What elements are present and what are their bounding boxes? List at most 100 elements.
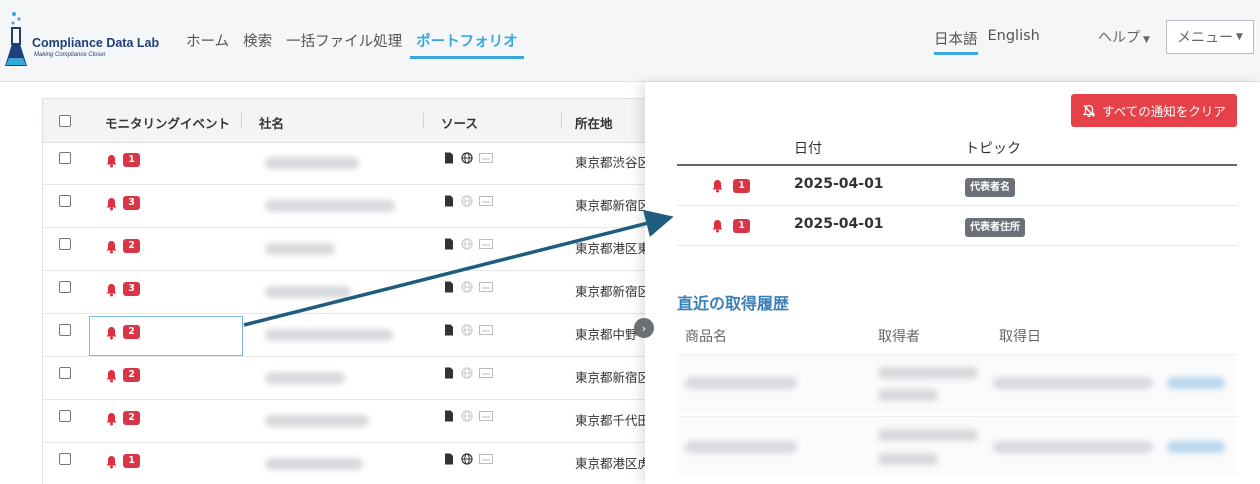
bell-off-icon: [1082, 104, 1096, 117]
table-row[interactable]: 2 東京都中野: [43, 315, 647, 357]
bell-icon: [105, 153, 118, 168]
notification-row[interactable]: 1 2025-04-01 代表者住所: [677, 206, 1237, 246]
company-name-redacted[interactable]: [265, 415, 369, 427]
nav-home[interactable]: ホーム: [186, 30, 229, 60]
globe-icon[interactable]: [461, 364, 473, 379]
card-icon: [479, 278, 493, 292]
event-count-badge[interactable]: 1: [123, 153, 140, 167]
caret-down-icon: ▼: [1143, 35, 1150, 45]
document-icon[interactable]: [443, 149, 455, 164]
event-count-badge[interactable]: 3: [123, 196, 140, 210]
document-icon[interactable]: [443, 364, 455, 379]
row-checkbox[interactable]: [59, 152, 71, 164]
row-checkbox[interactable]: [59, 453, 71, 465]
row-checkbox[interactable]: [59, 410, 71, 422]
table-row[interactable]: 2 東京都千代田: [43, 401, 650, 443]
globe-icon[interactable]: [461, 407, 473, 422]
bell-icon: [105, 196, 118, 211]
history-row[interactable]: [677, 354, 1237, 414]
location-cell: 東京都中野: [575, 327, 638, 342]
document-icon[interactable]: [443, 278, 455, 293]
event-count-badge[interactable]: 2: [123, 368, 140, 382]
acquirer-redacted: [878, 453, 938, 465]
history-row[interactable]: [677, 416, 1237, 476]
location-cell: 東京都渋谷区: [575, 155, 651, 170]
column-location[interactable]: 所在地: [575, 113, 613, 132]
portfolio-table: モニタリングイベント 社名 ソース 所在地 1 東京都渋谷区 3 東京都新宿区 2 東京都…: [42, 98, 651, 484]
notification-table-header: 日付 トピック: [677, 134, 1237, 166]
event-count-badge[interactable]: 1: [123, 454, 140, 468]
document-icon[interactable]: [443, 235, 455, 250]
bell-icon: [711, 218, 724, 233]
source-icons: [443, 450, 493, 465]
document-icon[interactable]: [443, 192, 455, 207]
row-checkbox[interactable]: [59, 195, 71, 207]
globe-icon[interactable]: [461, 192, 473, 207]
flask-logo-icon: [5, 12, 27, 66]
source-icons: [443, 278, 493, 293]
nav-batch-file-processing[interactable]: 一括ファイル処理: [286, 30, 402, 60]
row-checkbox[interactable]: [59, 367, 71, 379]
product-name-redacted: [685, 377, 797, 389]
globe-icon[interactable]: [461, 278, 473, 293]
company-name-redacted[interactable]: [265, 286, 351, 298]
lang-english[interactable]: English: [988, 28, 1040, 56]
product-name-redacted: [685, 441, 797, 453]
recent-history-title: 直近の取得履歴: [677, 294, 790, 313]
globe-icon[interactable]: [461, 450, 473, 465]
help-dropdown[interactable]: ヘルプ ▼: [1098, 27, 1150, 47]
card-icon: [479, 407, 493, 421]
event-count-badge[interactable]: 2: [123, 411, 140, 425]
column-topic: トピック: [965, 141, 1021, 157]
company-name-redacted[interactable]: [265, 157, 359, 169]
event-count-badge[interactable]: 3: [123, 282, 140, 296]
column-monitoring-event[interactable]: モニタリングイベント: [105, 113, 230, 132]
view-link-redacted[interactable]: [1167, 441, 1225, 453]
company-name-redacted[interactable]: [265, 372, 345, 384]
table-row[interactable]: 2 東京都新宿区: [43, 358, 650, 400]
lang-japanese[interactable]: 日本語: [934, 28, 978, 56]
company-name-redacted[interactable]: [265, 243, 335, 255]
notification-row[interactable]: 1 2025-04-01 代表者名: [677, 166, 1237, 206]
language-switcher: 日本語 English: [934, 28, 1040, 56]
company-name-redacted[interactable]: [265, 329, 393, 341]
globe-icon[interactable]: [461, 235, 473, 250]
table-row[interactable]: 3 東京都新宿区: [43, 272, 650, 314]
nav-portfolio[interactable]: ポートフォリオ: [410, 30, 524, 60]
globe-icon[interactable]: [461, 321, 473, 336]
event-count-badge[interactable]: 2: [123, 239, 140, 253]
clear-all-notifications-button[interactable]: すべての通知をクリア: [1071, 94, 1237, 127]
table-row[interactable]: 1 東京都港区虎: [43, 444, 650, 484]
document-icon[interactable]: [443, 450, 455, 465]
acquirer-redacted: [878, 389, 938, 401]
acquired-date-redacted: [993, 441, 1153, 453]
topic-tag: 代表者住所: [965, 218, 1025, 237]
nav-search[interactable]: 検索: [243, 30, 272, 60]
company-name-redacted[interactable]: [265, 200, 395, 212]
document-icon[interactable]: [443, 321, 455, 336]
event-count-badge[interactable]: 2: [123, 325, 140, 339]
table-row[interactable]: 3 東京都新宿区: [43, 186, 650, 228]
view-link-redacted[interactable]: [1167, 377, 1225, 389]
table-row[interactable]: 1 東京都渋谷区: [43, 143, 651, 185]
globe-icon[interactable]: [461, 149, 473, 164]
select-all-checkbox[interactable]: [59, 115, 71, 127]
table-row[interactable]: 2 東京都港区東: [43, 229, 650, 271]
column-divider: [241, 113, 242, 129]
column-company-name[interactable]: 社名: [259, 113, 284, 132]
company-name-redacted[interactable]: [265, 458, 363, 470]
collapse-panel-chevron-icon[interactable]: ›: [634, 318, 654, 338]
row-checkbox[interactable]: [59, 324, 71, 336]
menu-dropdown[interactable]: メニュー ▼: [1166, 20, 1254, 54]
row-checkbox[interactable]: [59, 281, 71, 293]
card-icon: [479, 450, 493, 464]
notification-count-badge: 1: [733, 219, 750, 233]
acquirer-redacted: [878, 367, 978, 379]
notification-date: 2025-04-01: [794, 216, 884, 232]
app-logo[interactable]: Compliance Data Lab Making Compliance Cl…: [4, 10, 174, 72]
row-checkbox[interactable]: [59, 238, 71, 250]
document-icon[interactable]: [443, 407, 455, 422]
column-source[interactable]: ソース: [441, 113, 478, 132]
menu-label: メニュー: [1177, 30, 1234, 46]
notification-panel: すべての通知をクリア 日付 トピック 1 2025-04-01 代表者名 1 2025-…: [645, 82, 1260, 484]
